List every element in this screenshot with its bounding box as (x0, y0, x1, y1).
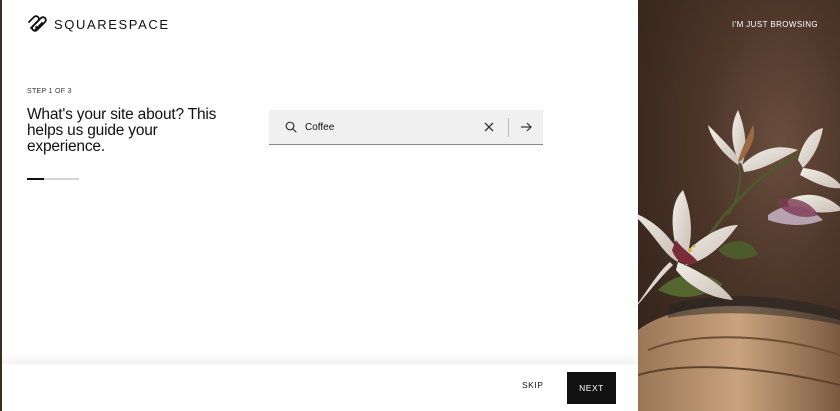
close-icon[interactable] (482, 120, 496, 134)
flower-photo (638, 110, 840, 411)
step-indicator: STEP 1 OF 3 (27, 88, 72, 95)
onboarding-panel: SQUARESPACE STEP 1 OF 3 What's your site… (0, 0, 640, 411)
footer-bar: SKIP NEXT (2, 364, 640, 411)
search-input[interactable] (297, 110, 482, 144)
next-button[interactable]: NEXT (567, 372, 616, 404)
side-image-panel: I'M JUST BROWSING (638, 0, 840, 411)
browse-link[interactable]: I'M JUST BROWSING (732, 20, 818, 29)
page-title: What's your site about? This helps us gu… (27, 106, 217, 155)
search-icon (285, 121, 297, 133)
progress-bar (27, 178, 79, 180)
arrow-right-icon[interactable] (509, 110, 543, 144)
squarespace-logo-icon (26, 14, 48, 34)
site-topic-search (269, 110, 543, 145)
squarespace-logo[interactable]: SQUARESPACE (26, 14, 170, 34)
progress-fill (27, 178, 45, 180)
brand-name: SQUARESPACE (54, 16, 170, 32)
skip-button[interactable]: SKIP (522, 380, 543, 390)
